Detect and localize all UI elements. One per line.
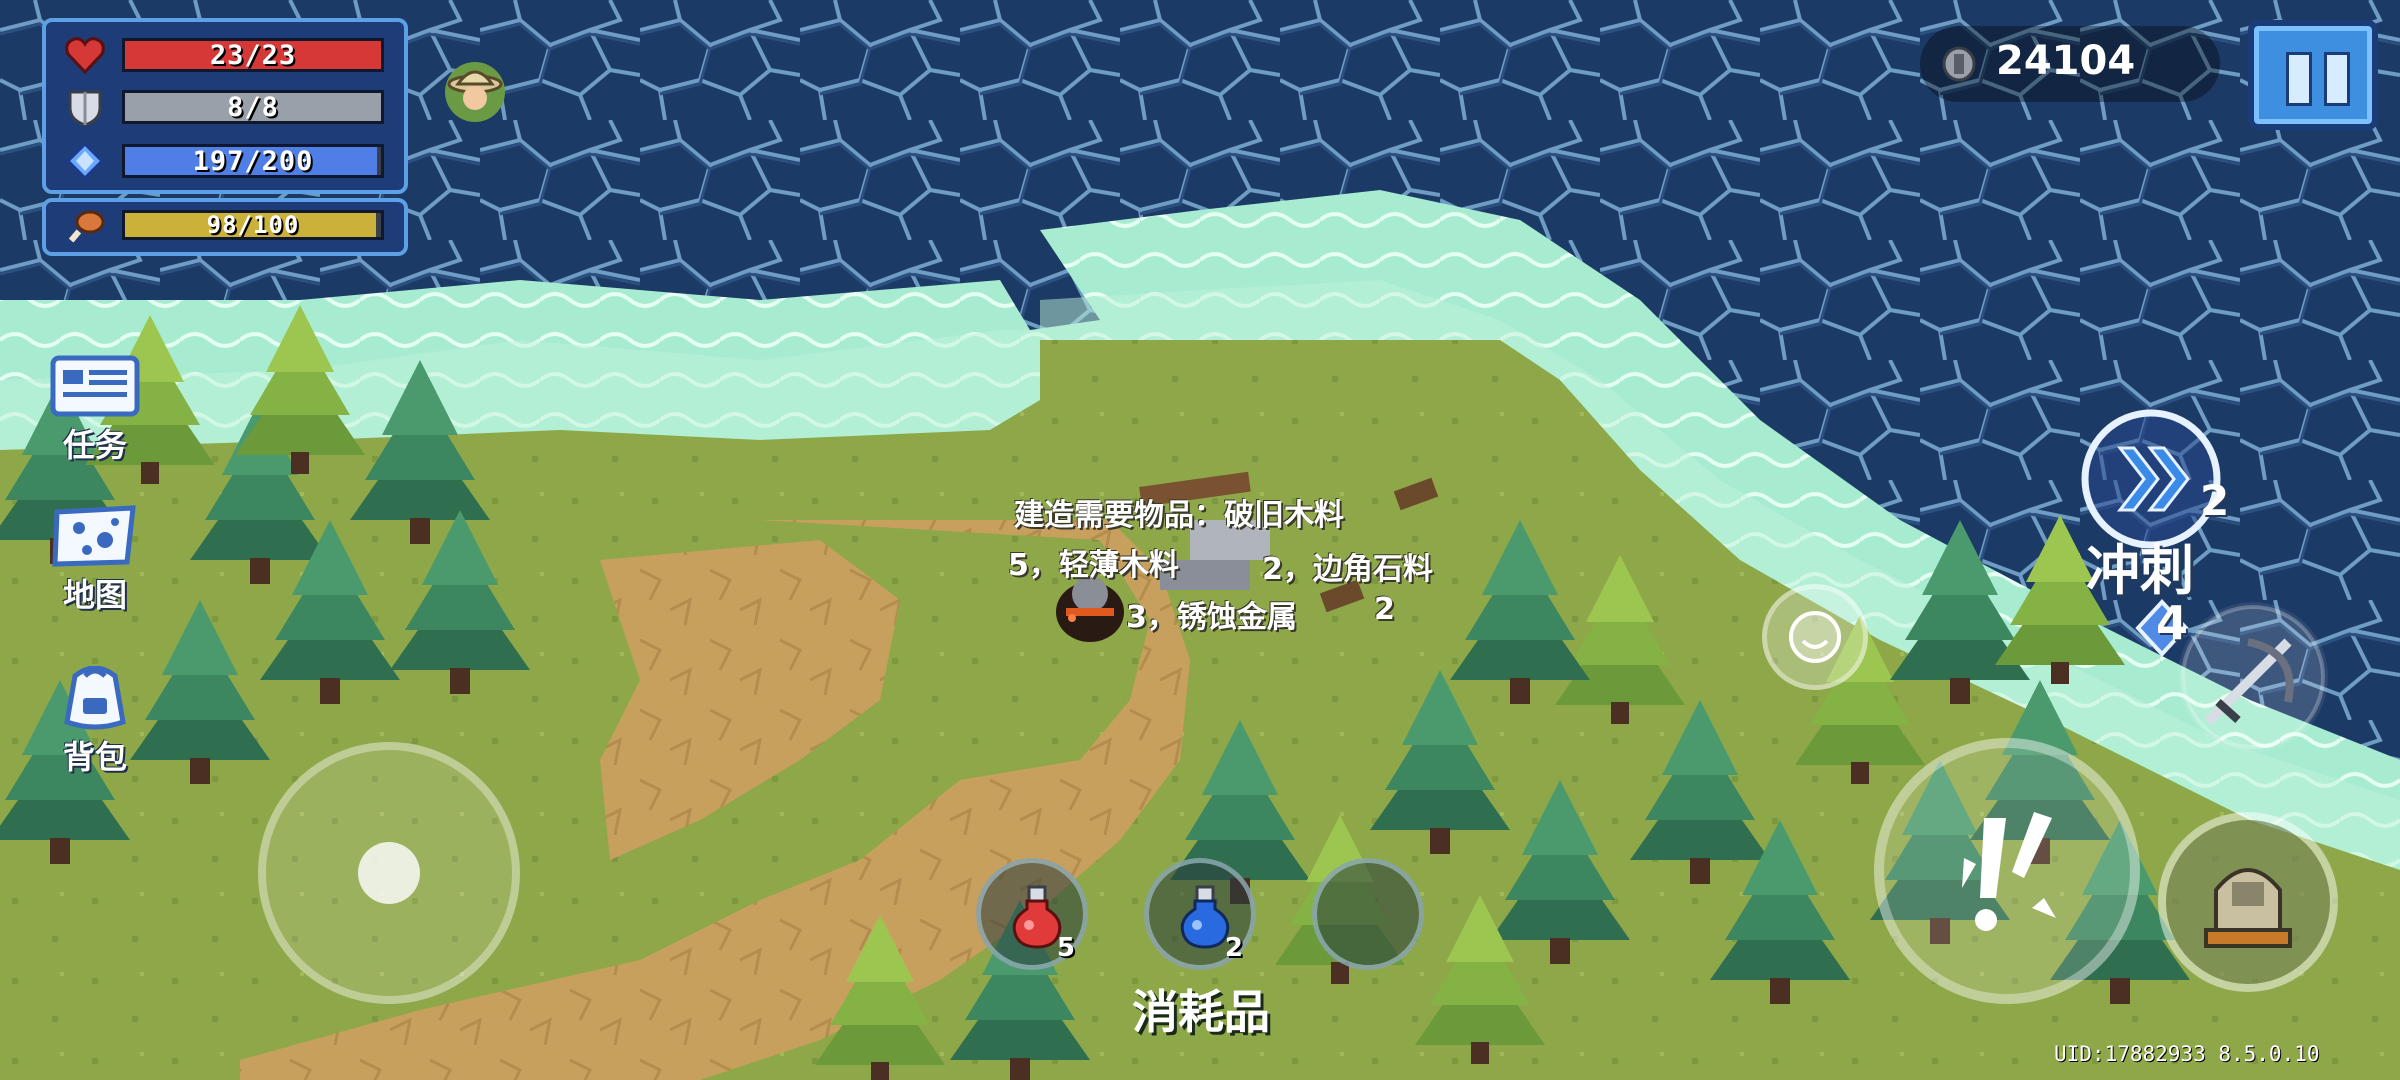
hunger-value: 98/100 — [206, 211, 300, 239]
consumable-slot-1[interactable]: 5 — [976, 858, 1088, 970]
backpack-icon — [64, 666, 126, 730]
dash-label: 冲刺 — [2086, 539, 2194, 602]
explorer-hat-avatar-icon[interactable] — [440, 54, 510, 124]
gem-count: 24104 — [1996, 38, 2136, 84]
heart-icon — [65, 37, 105, 74]
armor-value: 8/8 — [227, 91, 279, 123]
gem-icon — [1942, 46, 1976, 82]
menu-map[interactable]: 地图 — [46, 504, 144, 616]
build-requirement-line2b: 2，边角石料 — [1262, 552, 1433, 587]
attack-button[interactable] — [1874, 738, 2140, 1004]
hunger-panel: 98/100 — [42, 198, 408, 256]
attack-icon — [1962, 812, 2056, 931]
movement-joystick[interactable] — [258, 742, 520, 1004]
menu-backpack[interactable]: 背包 — [46, 666, 144, 778]
weapon-swap-button[interactable] — [2178, 602, 2328, 752]
consumables-label: 消耗品 — [1132, 985, 1270, 1039]
build-requirement-line1: 建造需要物品：破旧木料 — [1014, 498, 1344, 533]
character-skill-button[interactable] — [2158, 812, 2338, 992]
turret-skill-icon — [2166, 820, 2330, 984]
energy-stat: 197/200 — [64, 142, 404, 180]
armor-stat: 8/8 — [64, 88, 404, 126]
uid-version-label: UID:17882933 8.5.0.10 — [2054, 1042, 2320, 1066]
smiley-icon — [1789, 611, 1841, 663]
health-value: 23/23 — [209, 39, 297, 71]
quest-board-icon — [50, 355, 140, 417]
map-icon — [52, 505, 136, 567]
menu-quests-label: 任务 — [62, 426, 127, 464]
build-requirement-line3b: 2 — [1374, 592, 1395, 627]
dash-charges: 2 — [2200, 476, 2230, 525]
joystick-knob[interactable] — [358, 842, 420, 904]
emote-button[interactable] — [1762, 584, 1868, 690]
shield-icon — [68, 90, 102, 126]
health-stat: 23/23 — [64, 36, 404, 74]
gem-counter: 24104 — [1920, 26, 2220, 102]
pause-icon — [2286, 52, 2312, 106]
weapon-energy-cost: 4 — [2156, 596, 2189, 650]
menu-backpack-label: 背包 — [62, 738, 127, 776]
consumable-slot-2[interactable]: 2 — [1144, 858, 1256, 970]
build-requirement-line3: 3，锈蚀金属 — [1126, 600, 1297, 635]
consumable-slot-3-empty[interactable] — [1312, 858, 1424, 970]
energy-crystal-icon — [65, 142, 105, 180]
hunger-stat: 98/100 — [64, 208, 404, 246]
player-stats-panel: 23/23 8/8 197/200 — [42, 18, 408, 194]
menu-quests[interactable]: 任务 — [46, 354, 144, 466]
blue-potion-count: 2 — [1224, 933, 1243, 963]
menu-map-label: 地图 — [62, 576, 127, 614]
energy-value: 197/200 — [192, 145, 314, 177]
build-requirement-line2: 5，轻薄木料 — [1008, 548, 1179, 583]
red-potion-count: 5 — [1056, 933, 1075, 963]
drumstick-icon — [68, 210, 105, 243]
pause-button[interactable] — [2248, 20, 2378, 130]
